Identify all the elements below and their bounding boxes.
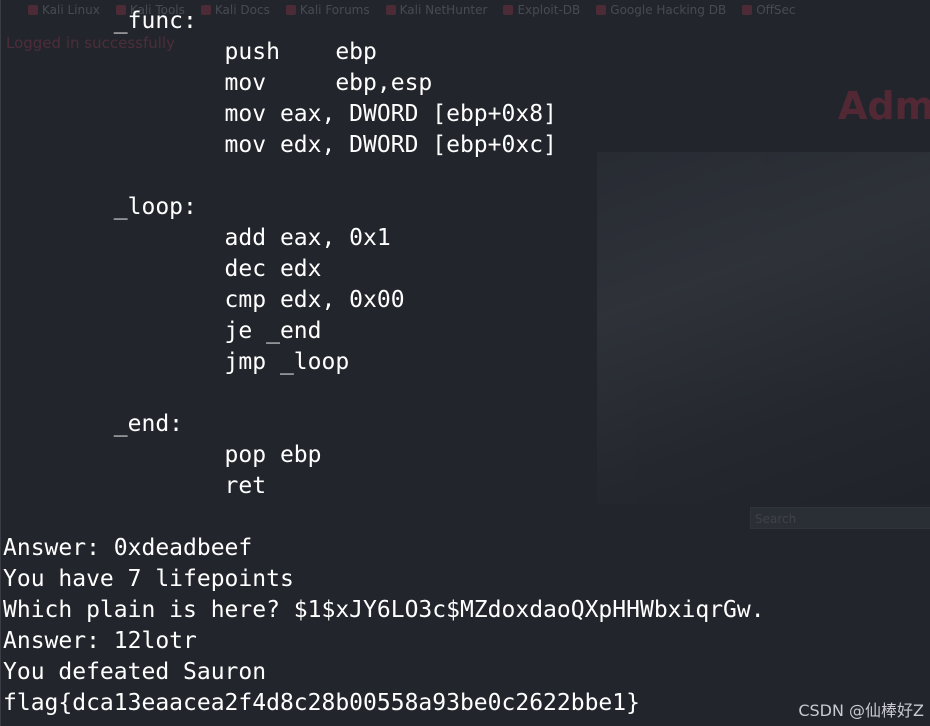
terminal-line: You defeated Sauron xyxy=(3,659,267,685)
terminal-line: cmp edx, 0x00 xyxy=(3,287,405,313)
terminal-line: Which plain is here? $1$xJY6LO3c$MZdoxda… xyxy=(3,597,765,623)
terminal-line: jmp _loop xyxy=(3,349,350,375)
terminal-line: Answer: 0xdeadbeef xyxy=(3,535,253,561)
csdn-watermark: CSDN @仙棒好Z xyxy=(798,701,924,720)
terminal-line: You have 7 lifepoints xyxy=(3,566,294,592)
terminal-line: Answer: 12lotr xyxy=(3,628,197,654)
terminal-line: _end: xyxy=(3,411,184,437)
terminal-line: mov eax, DWORD [ebp+0x8] xyxy=(3,101,557,127)
terminal-line: add eax, 0x1 xyxy=(3,225,391,251)
flag-line: flag{dca13eaacea2f4d8c28b00558a93be0c262… xyxy=(3,690,640,716)
screenshot-window: Kali Linux Kali Tools Kali Docs Kali For… xyxy=(0,0,930,726)
terminal-line: mov edx, DWORD [ebp+0xc] xyxy=(3,132,557,158)
terminal-line: _func: xyxy=(3,8,197,34)
terminal-line: je _end xyxy=(3,318,322,344)
terminal-line: push ebp xyxy=(3,39,377,65)
terminal-line: mov ebp,esp xyxy=(3,70,433,96)
terminal-line: pop ebp xyxy=(3,442,322,468)
terminal-line: dec edx xyxy=(3,256,322,282)
terminal-line: ret xyxy=(3,473,267,499)
terminal-line: _loop: xyxy=(3,194,197,220)
terminal-output[interactable]: _func: push ebp mov ebp,esp mov eax, DWO… xyxy=(0,0,930,726)
